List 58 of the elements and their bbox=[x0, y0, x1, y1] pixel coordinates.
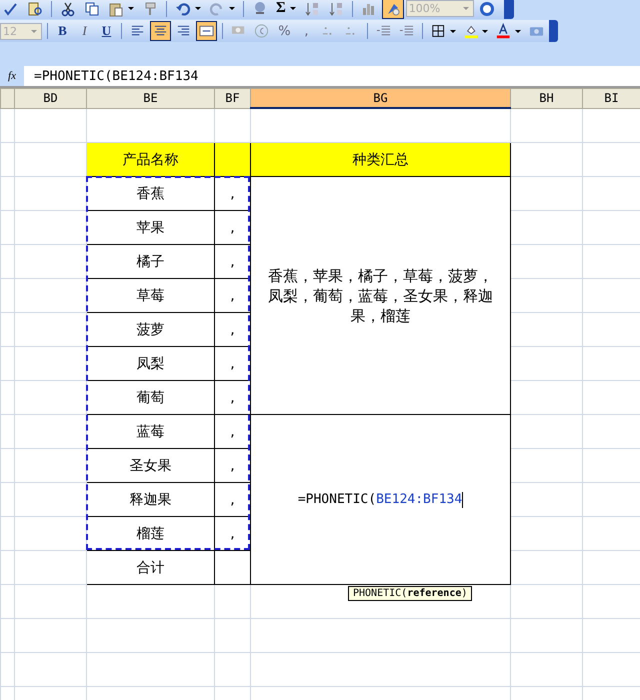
caret-icon[interactable] bbox=[482, 30, 488, 32]
scissors-icon bbox=[60, 0, 76, 16]
caret-icon[interactable] bbox=[514, 30, 521, 32]
italic-button[interactable]: I bbox=[74, 21, 94, 41]
caret-icon[interactable] bbox=[195, 7, 201, 10]
percent-button[interactable]: % bbox=[274, 21, 294, 41]
caret-icon[interactable] bbox=[128, 7, 134, 10]
book-icon bbox=[27, 0, 43, 16]
table-cell: 葡萄 bbox=[86, 380, 214, 414]
function-icon[interactable]: fx bbox=[0, 66, 24, 86]
table-cell: 榴莲 bbox=[86, 516, 214, 550]
table-cell: 橘子 bbox=[86, 244, 214, 278]
table-cell: , bbox=[214, 414, 250, 448]
column-header[interactable]: BF bbox=[214, 88, 250, 108]
underline-button[interactable]: U bbox=[96, 21, 116, 41]
formula-text[interactable]: =PHONETIC(BE124:BF134 bbox=[34, 68, 198, 84]
drawing-button[interactable] bbox=[382, 0, 404, 18]
table-cell: 圣女果 bbox=[86, 448, 214, 482]
paint-bucket-icon bbox=[464, 23, 478, 39]
toolbar-options-icon[interactable] bbox=[548, 20, 558, 42]
merge-button[interactable] bbox=[196, 21, 218, 41]
redo-icon bbox=[209, 0, 225, 16]
merge-cells-icon bbox=[199, 23, 214, 39]
sort-ascending-icon bbox=[304, 0, 320, 16]
formula-edit-cell[interactable]: =PHONETIC(BE124:BF134 bbox=[250, 414, 510, 584]
autosum-button[interactable]: Σ bbox=[273, 0, 299, 18]
table-cell: 苹果 bbox=[86, 210, 214, 244]
table-header-cell bbox=[214, 142, 250, 176]
table-cell: 凤梨 bbox=[86, 346, 214, 380]
column-header[interactable]: BD bbox=[14, 88, 86, 108]
undo-icon bbox=[175, 0, 191, 16]
table-cell: 释迦果 bbox=[86, 482, 214, 516]
copy-icon bbox=[84, 0, 100, 16]
table-cell: 蓝莓 bbox=[86, 414, 214, 448]
column-header[interactable]: BH bbox=[510, 88, 582, 108]
bold-button[interactable]: B bbox=[52, 21, 72, 41]
table-header-cell: 种类汇总 bbox=[250, 142, 510, 176]
aligncenter-button[interactable] bbox=[150, 21, 172, 41]
column-header[interactable]: BE bbox=[86, 88, 214, 108]
function-tooltip: PHONETIC(reference) bbox=[348, 586, 472, 601]
caret-icon[interactable] bbox=[450, 30, 456, 32]
table-cell: 草莓 bbox=[86, 278, 214, 312]
borders-icon bbox=[431, 23, 446, 39]
summary-cell: 香蕉，苹果，橘子，草莓，菠萝，凤梨，葡萄，蓝莓，圣女果，释迦果，榴莲 bbox=[250, 176, 510, 414]
check-icon bbox=[3, 0, 19, 16]
table-cell: , bbox=[214, 176, 250, 210]
sort-descending-icon bbox=[328, 0, 344, 16]
font-color-icon bbox=[496, 23, 511, 39]
caret-icon[interactable] bbox=[229, 7, 235, 10]
clipboard-icon bbox=[108, 0, 124, 16]
column-header[interactable]: BG bbox=[250, 88, 510, 108]
caret-icon[interactable] bbox=[290, 7, 296, 10]
table-cell: 菠萝 bbox=[86, 312, 214, 346]
table-cell: 合计 bbox=[86, 550, 214, 584]
comma-button[interactable]: , bbox=[296, 21, 316, 41]
help-icon bbox=[478, 0, 495, 16]
table-header-cell: 产品名称 bbox=[86, 142, 214, 176]
column-header[interactable]: BI bbox=[582, 88, 640, 108]
